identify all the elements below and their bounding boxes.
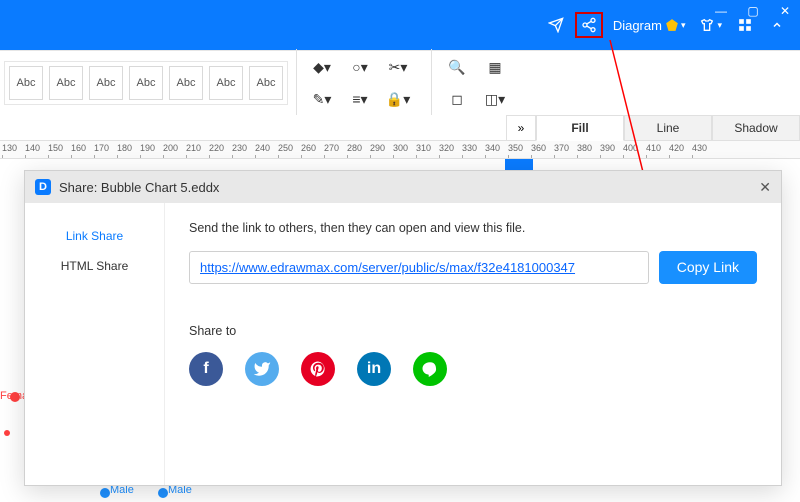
- share-url-field[interactable]: https://www.edrawmax.com/server/public/s…: [189, 251, 649, 284]
- diagram-menu[interactable]: Diagram ▾: [609, 12, 690, 38]
- ruler-tick: 180: [117, 143, 132, 157]
- tab-fill[interactable]: Fill: [536, 115, 624, 141]
- ruler-tick: 130: [2, 143, 17, 157]
- crop-icon[interactable]: ✂▾: [381, 53, 415, 81]
- layout-icon[interactable]: ▦: [478, 53, 512, 81]
- ruler-tick: 330: [462, 143, 477, 157]
- ruler-tick: 230: [232, 143, 247, 157]
- ruler-tick: 240: [255, 143, 270, 157]
- share-dialog: D Share: Bubble Chart 5.eddx ✕ Link Shar…: [24, 170, 782, 486]
- share-icon[interactable]: [575, 12, 603, 38]
- dialog-close-icon[interactable]: ✕: [759, 179, 771, 196]
- ruler-tick: 360: [531, 143, 546, 157]
- distribute-icon[interactable]: ◫▾: [478, 85, 512, 113]
- ruler-tick: 160: [71, 143, 86, 157]
- maximize-button[interactable]: ▢: [746, 4, 760, 18]
- ruler-tick: 390: [600, 143, 615, 157]
- bubble-dot: [4, 430, 10, 436]
- lock-icon[interactable]: 🔒▾: [381, 85, 415, 113]
- right-panel-tabs: » Fill Line Shadow: [0, 115, 800, 141]
- share-instruction: Send the link to others, then they can o…: [189, 221, 757, 235]
- bubble-dot: [100, 488, 110, 498]
- ruler-tick: 170: [94, 143, 109, 157]
- horizontal-ruler: 130 140 150 160 170 180 190 200 210 220 230 240 250 2…: [0, 141, 800, 159]
- ribbon: Abc Abc Abc Abc Abc Abc Abc ◆▾ ○▾ ✂▾ ✎▾ …: [0, 50, 800, 115]
- format-tools-group: ◆▾ ○▾ ✂▾ ✎▾ ≡▾ 🔒▾: [296, 49, 423, 117]
- tab-line[interactable]: Line: [624, 115, 712, 141]
- sidebar-item-link-share[interactable]: Link Share: [25, 221, 164, 251]
- style-swatch[interactable]: Abc: [129, 66, 163, 100]
- ruler-tick: 310: [416, 143, 431, 157]
- ruler-tick: 410: [646, 143, 661, 157]
- minimize-button[interactable]: —: [714, 4, 728, 18]
- chevron-down-icon: ▾: [717, 20, 722, 31]
- expand-panel-icon[interactable]: »: [506, 115, 536, 141]
- ruler-tick: 380: [577, 143, 592, 157]
- diagram-label: Diagram: [613, 18, 662, 33]
- style-gallery: Abc Abc Abc Abc Abc Abc Abc: [4, 61, 288, 105]
- style-swatch[interactable]: Abc: [169, 66, 203, 100]
- ruler-tick: 420: [669, 143, 684, 157]
- ruler-tick: 290: [370, 143, 385, 157]
- style-swatch[interactable]: Abc: [249, 66, 283, 100]
- app-logo-icon: D: [35, 179, 51, 195]
- ruler-tick: 150: [48, 143, 63, 157]
- style-swatch[interactable]: Abc: [9, 66, 43, 100]
- twitter-icon[interactable]: [245, 352, 279, 386]
- style-swatch[interactable]: Abc: [49, 66, 83, 100]
- linestyle-icon[interactable]: ≡▾: [343, 85, 377, 113]
- ruler-tick: 250: [278, 143, 293, 157]
- ruler-tick: 370: [554, 143, 569, 157]
- copy-link-button[interactable]: Copy Link: [659, 251, 757, 284]
- pinterest-icon[interactable]: [301, 352, 335, 386]
- dialog-titlebar: D Share: Bubble Chart 5.eddx ✕: [25, 171, 781, 203]
- ruler-tick: 270: [324, 143, 339, 157]
- ruler-tick: 430: [692, 143, 707, 157]
- facebook-icon[interactable]: f: [189, 352, 223, 386]
- style-swatch[interactable]: Abc: [209, 66, 243, 100]
- share-to-label: Share to: [189, 324, 757, 338]
- window-controls: — ▢ ✕: [714, 4, 792, 18]
- tab-shadow[interactable]: Shadow: [712, 115, 800, 141]
- share-sidebar: Link Share HTML Share: [25, 203, 165, 485]
- app-titlebar: — ▢ ✕ Diagram ▾ ▾: [0, 0, 800, 50]
- ruler-tick: 340: [485, 143, 500, 157]
- ruler-tick: 320: [439, 143, 454, 157]
- close-button[interactable]: ✕: [778, 4, 792, 18]
- ruler-tick: 280: [347, 143, 362, 157]
- shape-icon[interactable]: ○▾: [343, 53, 377, 81]
- tab-spacer: [0, 115, 506, 141]
- bubble-dot: [158, 488, 168, 498]
- select-icon[interactable]: ◻: [440, 85, 474, 113]
- ruler-tick: 260: [301, 143, 316, 157]
- ruler-tick: 200: [163, 143, 178, 157]
- ruler-tick: 300: [393, 143, 408, 157]
- ruler-tick: 210: [186, 143, 201, 157]
- line-icon[interactable]: [413, 352, 447, 386]
- sidebar-item-html-share[interactable]: HTML Share: [25, 251, 164, 281]
- linkedin-icon[interactable]: in: [357, 352, 391, 386]
- social-buttons: f in: [189, 352, 757, 386]
- ruler-tick: 400: [623, 143, 638, 157]
- send-icon[interactable]: [543, 12, 569, 38]
- ruler-tick: 140: [25, 143, 40, 157]
- share-content: Send the link to others, then they can o…: [165, 203, 781, 485]
- search-icon[interactable]: 🔍: [440, 53, 474, 81]
- ruler-tick: 220: [209, 143, 224, 157]
- pen-icon[interactable]: ✎▾: [305, 85, 339, 113]
- fill-icon[interactable]: ◆▾: [305, 53, 339, 81]
- dialog-title: Share: Bubble Chart 5.eddx: [59, 180, 219, 195]
- view-tools-group: 🔍 ▦ ◻ ◫▾: [431, 49, 520, 117]
- ruler-tick: 190: [140, 143, 155, 157]
- style-swatch[interactable]: Abc: [89, 66, 123, 100]
- ruler-tick: 350: [508, 143, 523, 157]
- chevron-down-icon: ▾: [681, 20, 686, 31]
